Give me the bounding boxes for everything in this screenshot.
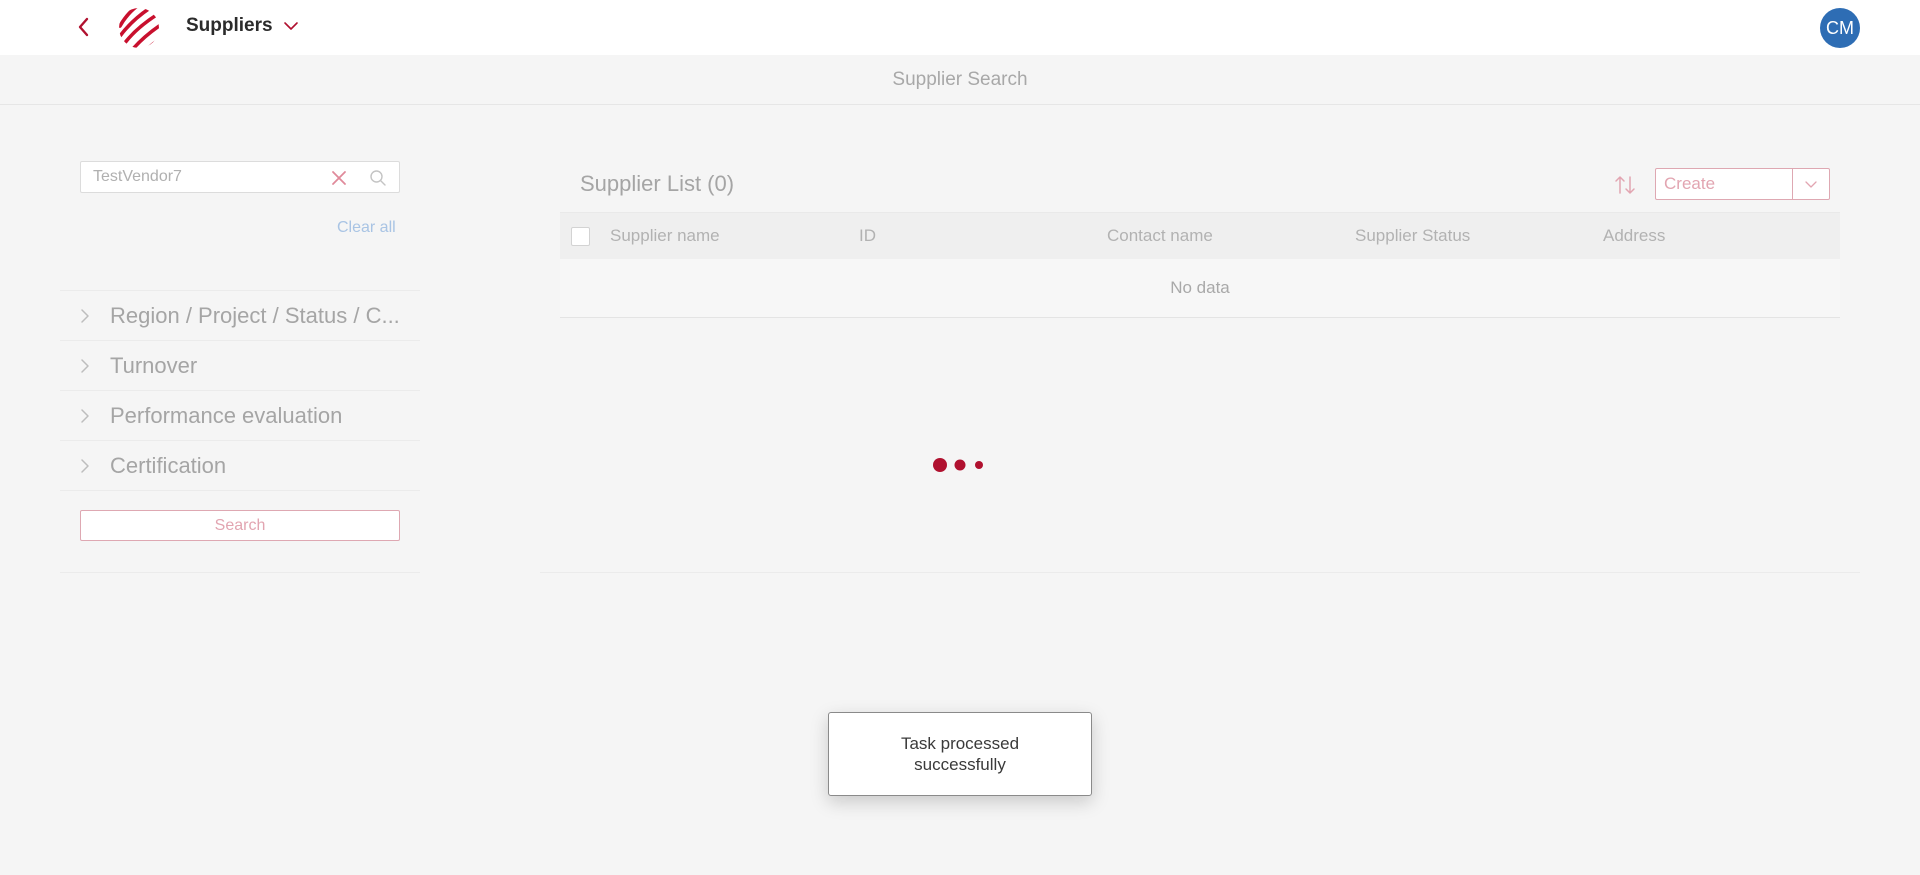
create-dropdown-toggle[interactable] [1792, 169, 1829, 199]
column-header-contact-name[interactable]: Contact name [1107, 226, 1213, 246]
avatar[interactable]: CM [1820, 8, 1860, 48]
chevron-right-icon [81, 308, 89, 323]
supplier-search-box [80, 161, 400, 193]
column-header-address[interactable]: Address [1603, 226, 1665, 246]
toast-notification: Task processed successfully [828, 712, 1092, 796]
app-title: Suppliers [186, 15, 273, 36]
search-button[interactable]: Search [80, 510, 400, 541]
loading-dots-icon [932, 457, 986, 473]
sort-icon[interactable] [1612, 172, 1638, 198]
supplier-list-title: Supplier List (0) [580, 171, 735, 196]
chevron-right-icon [81, 408, 89, 423]
divider [60, 572, 420, 573]
filter-accordion: Region / Project / Status / C... Turnove… [60, 290, 420, 491]
filter-performance-evaluation[interactable]: Performance evaluation [60, 390, 420, 440]
filter-region-project-status[interactable]: Region / Project / Status / C... [60, 290, 420, 340]
chevron-right-icon [81, 358, 89, 373]
filter-certification[interactable]: Certification [60, 440, 420, 490]
brand-logo [118, 6, 160, 50]
app-switcher[interactable]: Suppliers [186, 15, 299, 37]
chevron-right-icon [81, 458, 89, 473]
column-header-supplier-name[interactable]: Supplier name [610, 226, 720, 246]
filter-label: Certification [110, 452, 227, 478]
filter-label: Turnover [110, 352, 198, 378]
filter-label: Region / Project / Status / C... [110, 302, 400, 328]
toast-message: Task processed successfully [900, 734, 1020, 774]
column-header-supplier-status[interactable]: Supplier Status [1355, 226, 1470, 246]
clear-all-link[interactable]: Clear all [337, 219, 396, 237]
empty-state: No data [560, 259, 1840, 318]
divider [60, 490, 420, 491]
chevron-down-icon [283, 22, 298, 30]
divider [540, 572, 1860, 573]
column-header-id[interactable]: ID [859, 226, 876, 246]
back-icon[interactable] [72, 15, 96, 39]
page-subheader: Supplier Search [0, 55, 1920, 105]
search-icon[interactable] [369, 169, 387, 187]
filter-label: Performance evaluation [110, 402, 343, 428]
table-header: Supplier name ID Contact name Supplier S… [560, 212, 1840, 259]
create-split-button: Create [1655, 168, 1830, 200]
chevron-down-icon [1805, 181, 1817, 188]
supplier-table: Supplier name ID Contact name Supplier S… [560, 212, 1840, 318]
top-navigation-bar: Suppliers CM [0, 0, 1920, 55]
search-input[interactable] [81, 162, 321, 192]
filter-turnover[interactable]: Turnover [60, 340, 420, 390]
page-title: Supplier Search [892, 68, 1028, 90]
avatar-initials: CM [1826, 17, 1854, 38]
select-all-checkbox[interactable] [571, 226, 590, 246]
close-icon[interactable] [329, 168, 349, 188]
create-button[interactable]: Create [1656, 169, 1792, 199]
